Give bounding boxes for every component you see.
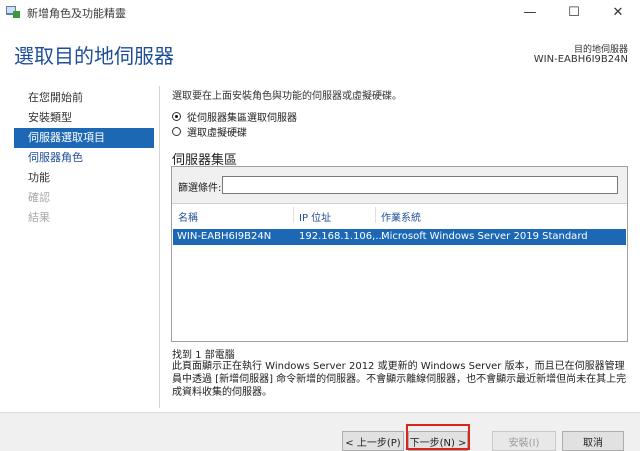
- maximize-button[interactable]: ☐: [552, 0, 596, 24]
- instruction-text: 選取要在上面安裝角色與功能的伺服器或虛擬硬碟。: [172, 91, 402, 102]
- nav-item-results: 結果: [28, 211, 50, 224]
- found-count: 找到 1 部電腦: [172, 350, 235, 361]
- nav-item-features[interactable]: 功能: [14, 168, 154, 188]
- next-button-highlight: [406, 424, 470, 450]
- minimize-button[interactable]: —: [508, 0, 552, 24]
- cancel-button[interactable]: 取消: [562, 431, 624, 451]
- radio-unchecked-icon[interactable]: [172, 126, 181, 136]
- filter-input[interactable]: [222, 176, 618, 194]
- column-divider: [293, 207, 294, 223]
- column-header-name[interactable]: 名稱: [178, 209, 198, 224]
- server-manager-icon: [6, 6, 20, 18]
- radio-pool-label: 從伺服器集區選取伺服器: [187, 112, 297, 124]
- page-title: 選取目的地伺服器: [14, 44, 174, 68]
- install-button: 安裝(I): [492, 431, 556, 451]
- cell-operating-system: Microsoft Windows Server 2019 Standard: [381, 231, 588, 242]
- radio-checked-icon[interactable]: [172, 111, 181, 121]
- nav-item-installation-type[interactable]: 安裝類型: [14, 108, 154, 128]
- nav-item-server-roles[interactable]: 伺服器角色: [14, 148, 154, 168]
- destination-server-name: WIN-EABH6I9B24N: [533, 54, 628, 65]
- nav-divider: [159, 86, 160, 408]
- wizard-steps-nav: 在您開始前 安裝類型 伺服器選取項目 伺服器角色 功能 確認 結果: [14, 88, 154, 228]
- nav-item-server-selection[interactable]: 伺服器選取項目: [14, 128, 154, 148]
- nav-item-confirmation: 確認: [28, 191, 50, 204]
- filter-label: 篩選條件:: [178, 183, 222, 194]
- radio-select-from-pool[interactable]: 從伺服器集區選取伺服器: [172, 109, 297, 124]
- filter-bar: 篩選條件:: [172, 167, 627, 204]
- radio-select-vhd[interactable]: 選取虛擬硬碟: [172, 124, 247, 139]
- cell-server-name: WIN-EABH6I9B24N: [177, 231, 272, 242]
- previous-button[interactable]: < 上一步(P): [342, 431, 404, 451]
- nav-item-before-you-begin[interactable]: 在您開始前: [14, 88, 154, 108]
- info-note: 此頁面顯示正在執行 Windows Server 2012 或更新的 Windo…: [172, 361, 627, 398]
- column-header-os[interactable]: 作業系統: [381, 209, 421, 224]
- cell-ip-address: 192.168.1.106,...: [299, 231, 385, 242]
- column-divider: [375, 207, 376, 223]
- button-bar: < 上一步(P) 下一步(N) > 安裝(I) 取消: [0, 412, 640, 451]
- server-pool-list: 篩選條件: 名稱 IP 位址 作業系統 WIN-EABH6I9B24N 192.…: [171, 166, 628, 342]
- table-row[interactable]: WIN-EABH6I9B24N 192.168.1.106,... Micros…: [173, 229, 626, 245]
- radio-vhd-label: 選取虛擬硬碟: [187, 127, 247, 139]
- window-title: 新增角色及功能精靈: [27, 7, 126, 20]
- close-button[interactable]: ✕: [596, 0, 640, 24]
- title-bar: 新增角色及功能精靈 — ☐ ✕: [0, 0, 640, 24]
- column-header-ip[interactable]: IP 位址: [299, 209, 331, 224]
